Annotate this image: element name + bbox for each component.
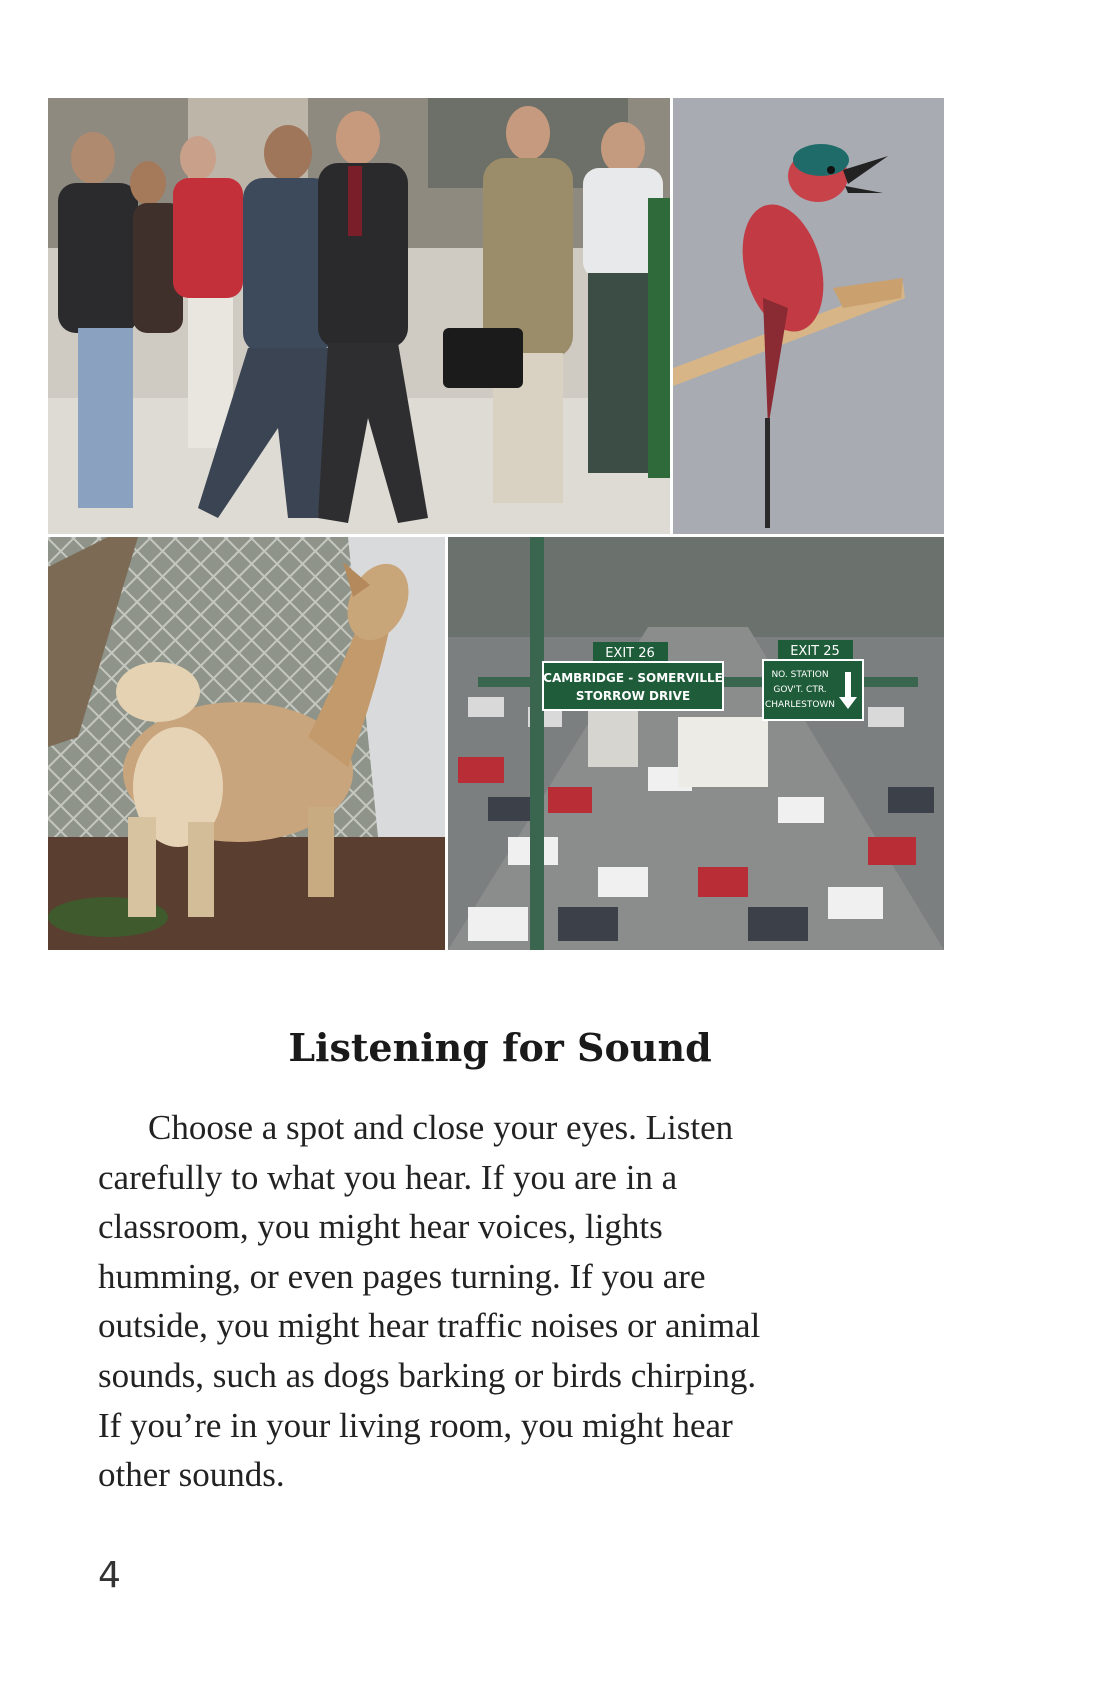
paragraph-line: classroom, you might hear voices, lights xyxy=(98,1207,663,1247)
bird-photo xyxy=(673,98,944,534)
paragraph-line: Choose a spot and close your eyes. Liste… xyxy=(148,1108,734,1147)
paragraph-line: sounds, such as dogs barking or birds ch… xyxy=(98,1355,757,1395)
dog-photo xyxy=(48,537,445,950)
exit-25-label: EXIT 25 xyxy=(790,644,840,659)
sign-govt-ctr: GOV'T. CTR. xyxy=(773,685,826,695)
body-paragraph: Choose a spot and close your eyes. Liste… xyxy=(98,1103,878,1500)
exit-26-label: EXIT 26 xyxy=(605,646,655,661)
sign-storrow: STORROW DRIVE xyxy=(576,689,690,703)
sign-charlestown: CHARLESTOWN xyxy=(765,700,835,710)
sign-cambridge: CAMBRIDGE - SOMERVILLE xyxy=(543,671,723,685)
page-number: 4 xyxy=(98,1555,121,1596)
paragraph-line: other sounds. xyxy=(98,1455,285,1495)
people-walking-photo xyxy=(48,98,670,534)
section-heading: Listening for Sound xyxy=(288,1025,712,1070)
paragraph-line: carefully to what you hear. If you are i… xyxy=(98,1157,678,1197)
paragraph-line: humming, or even pages turning. If you a… xyxy=(98,1256,706,1296)
paragraph-line: If you’re in your living room, you might… xyxy=(98,1405,733,1445)
traffic-photo: EXIT 26 CAMBRIDGE - SOMERVILLE STORROW D… xyxy=(448,537,944,950)
sign-no-station: NO. STATION xyxy=(771,670,828,680)
paragraph-line: outside, you might hear traffic noises o… xyxy=(98,1306,761,1346)
